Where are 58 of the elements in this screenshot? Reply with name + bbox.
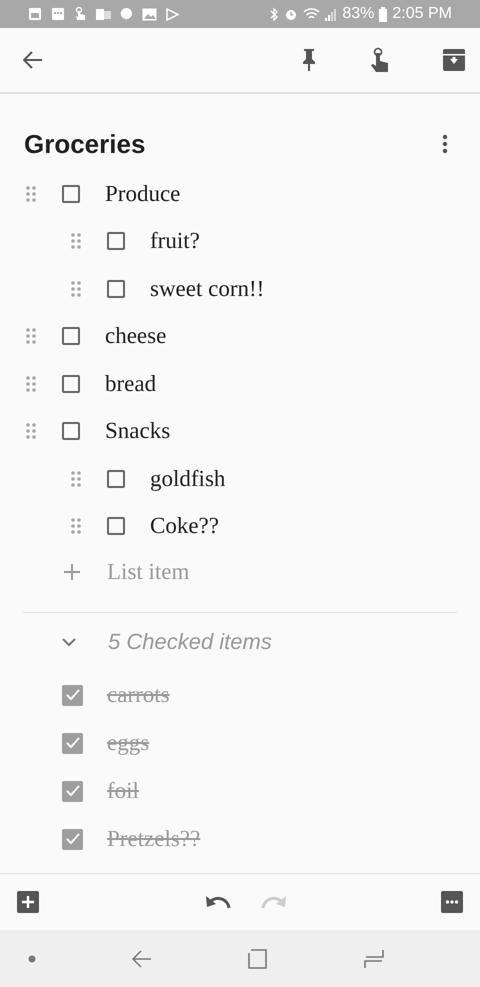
dot-icon[interactable] [28,954,36,962]
item-text[interactable]: fruit? [150,228,200,254]
image-icon [142,8,157,20]
checkbox[interactable] [62,374,80,393]
drag-handle-icon[interactable] [26,423,36,440]
checkbox[interactable] [62,684,83,706]
checkbox[interactable] [107,232,125,250]
item-text[interactable]: Snacks [105,418,170,444]
checkbox[interactable] [62,184,80,203]
bluetooth-icon [270,6,280,22]
archive-icon[interactable] [443,49,465,71]
back-icon[interactable] [132,948,152,968]
item-text[interactable]: cheese [105,323,166,350]
checkbox[interactable] [62,732,83,754]
checkbox[interactable] [62,828,83,850]
hand-icon [74,6,87,22]
add-icon[interactable] [17,891,39,913]
checkmark-icon [66,737,80,749]
more-icon[interactable] [441,891,463,913]
drag-handle-icon[interactable] [71,280,81,297]
alarm-icon [284,7,298,21]
checkbox[interactable] [107,517,125,536]
note-title[interactable]: Groceries [24,128,146,160]
home-icon[interactable] [248,948,268,968]
item-text[interactable]: bread [105,370,156,397]
undo-icon[interactable] [205,895,231,909]
checkmark-icon [66,689,80,701]
checkbox[interactable] [62,327,80,346]
battery-icon [379,6,388,22]
chat-icon [120,6,133,22]
checkbox[interactable] [62,422,80,440]
back-icon[interactable] [23,51,43,69]
battery-percent: 83% [342,5,374,23]
clock: 2:05 PM [392,5,452,23]
drag-handle-icon[interactable] [26,186,36,202]
recents-icon[interactable] [364,948,384,968]
signal-icon [325,7,338,21]
pin-icon[interactable] [301,48,317,72]
item-text[interactable]: Coke?? [150,513,219,540]
drag-handle-icon[interactable] [71,518,81,534]
checkbox[interactable] [107,280,125,298]
drag-handle-icon[interactable] [71,233,81,250]
drag-handle-icon[interactable] [26,376,36,392]
plus-icon[interactable] [64,564,80,580]
more-icon[interactable] [442,134,448,154]
checkmark-icon [66,785,80,797]
item-text[interactable]: sweet corn!! [150,276,264,302]
chevron-icon[interactable] [62,638,76,646]
reminder-icon[interactable] [369,47,391,73]
checkbox[interactable] [62,780,83,802]
drag-handle-icon[interactable] [71,470,81,487]
wifi-icon [303,7,320,21]
play-icon [166,8,179,20]
checkbox[interactable] [107,470,125,488]
item-text[interactable]: goldfish [150,466,226,492]
checkmark-icon [66,833,80,845]
item-text[interactable]: Produce [105,180,180,207]
drag-handle-icon[interactable] [26,328,36,344]
